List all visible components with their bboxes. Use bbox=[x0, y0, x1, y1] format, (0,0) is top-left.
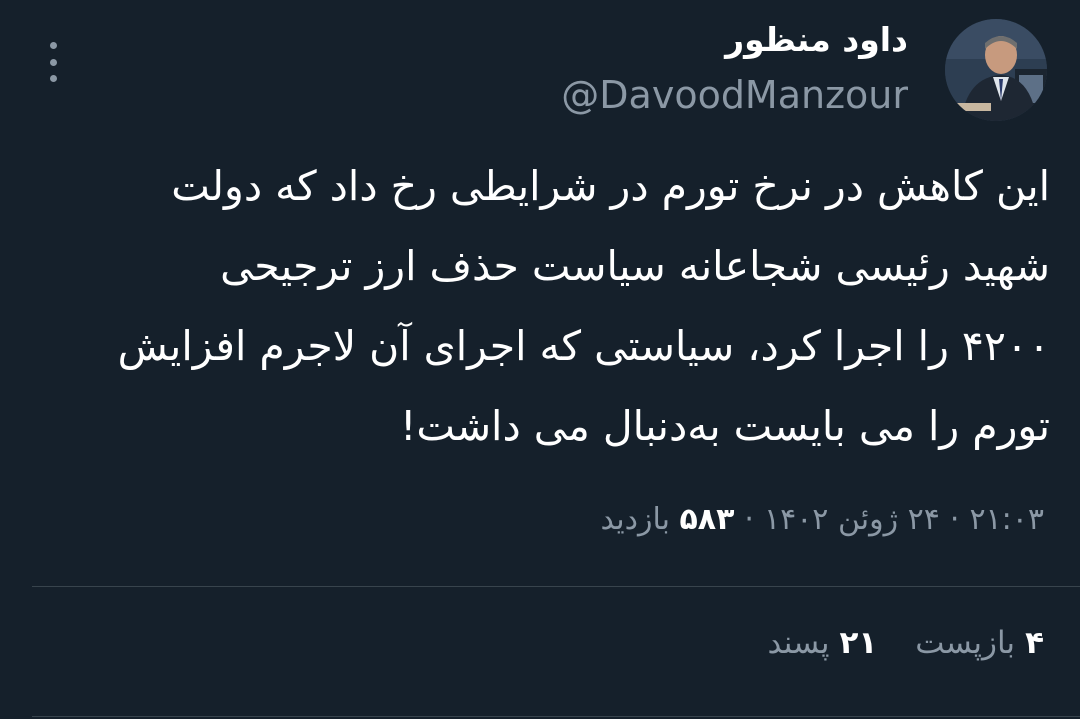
avatar-photo bbox=[945, 19, 1047, 121]
tweet-line: شهید رئیسی شجاعانه سیاست حذف ارز ترجیحی bbox=[220, 242, 1050, 290]
views-count: ۵۸۳ bbox=[679, 502, 735, 537]
tweet-line: ۴۲۰۰ را اجرا کرد، سیاستی که اجرای آن لاج… bbox=[117, 322, 1050, 370]
author-name[interactable]: داود منظور bbox=[725, 20, 908, 59]
retweets-label: بازپست bbox=[915, 625, 1016, 661]
likes-stat[interactable]: ۲۱پسند bbox=[768, 625, 878, 661]
meta-separator: · bbox=[744, 502, 754, 537]
more-dot bbox=[49, 42, 57, 49]
tweet-date[interactable]: ۲۴ ژوئن ۱۴۰۲ bbox=[764, 502, 940, 537]
more-dot bbox=[49, 58, 57, 66]
tweet-line: این کاهش در نرخ تورم در شرایطی رخ داد که… bbox=[171, 162, 1050, 210]
divider bbox=[32, 586, 1080, 587]
tweet-text: این کاهش در نرخ تورم در شرایطی رخ داد که… bbox=[30, 146, 1050, 466]
tweet-time[interactable]: ۲۱:۰۳ bbox=[969, 502, 1044, 537]
more-dot bbox=[49, 75, 57, 82]
retweets-stat[interactable]: ۴بازپست bbox=[915, 625, 1044, 661]
tweet-line: تورم را می بایست به‌دنبال می داشت! bbox=[400, 402, 1050, 450]
views-label: بازدید bbox=[600, 502, 670, 537]
retweets-count: ۴ bbox=[1025, 625, 1044, 661]
tweet-meta: ۲۱:۰۳ · ۲۴ ژوئن ۱۴۰۲ · ۵۸۳ بازدید bbox=[601, 502, 1045, 537]
divider bbox=[32, 716, 1080, 717]
meta-separator: · bbox=[949, 502, 960, 537]
author-handle[interactable]: @DavoodManzour bbox=[561, 73, 908, 117]
tweet-stats: ۴بازپست ۲۱پسند bbox=[730, 625, 1044, 661]
avatar[interactable] bbox=[945, 19, 1047, 121]
likes-count: ۲۱ bbox=[839, 625, 878, 661]
likes-label: پسند bbox=[767, 625, 830, 661]
more-options-icon[interactable] bbox=[40, 42, 66, 82]
tweet-detail: داود منظور @DavoodManzour این کاهش در نر… bbox=[0, 0, 1080, 719]
